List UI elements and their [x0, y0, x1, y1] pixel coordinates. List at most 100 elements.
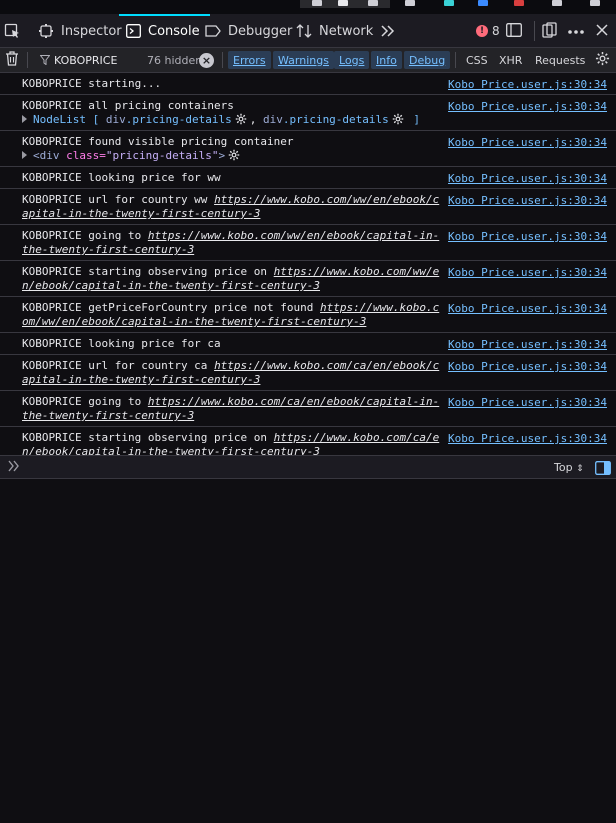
options-menu-button[interactable]	[567, 14, 585, 48]
tab-debugger[interactable]: Debugger	[205, 14, 292, 48]
node-attribute-value: "pricing-details"	[105, 149, 219, 162]
log-text: KOBOPRICE starting...	[22, 77, 162, 90]
error-count: 8	[492, 24, 500, 38]
gear-icon	[595, 51, 610, 69]
log-source-link[interactable]: Kobo Price.user.js:30:34	[448, 172, 607, 186]
inspect-node-icon[interactable]	[228, 149, 240, 161]
log-source-link[interactable]: Kobo Price.user.js:30:34	[448, 432, 607, 446]
log-text: KOBOPRICE going to	[22, 229, 142, 242]
log-source-link[interactable]: Kobo Price.user.js:30:34	[448, 302, 607, 316]
toolbar-icon[interactable]	[312, 0, 322, 6]
log-text: KOBOPRICE looking price for ww	[22, 171, 221, 184]
pick-element-icon	[4, 23, 20, 39]
context-label: Top	[554, 461, 573, 474]
network-icon	[296, 23, 312, 39]
node-tag[interactable]: div	[106, 113, 126, 126]
dock-toggle-button[interactable]	[542, 14, 558, 48]
close-icon	[596, 23, 608, 39]
filter-errors-toggle[interactable]: Errors	[228, 51, 271, 69]
object-label: ]	[413, 113, 421, 126]
filter-xhr-toggle[interactable]: XHR	[499, 48, 522, 72]
console-settings-button[interactable]	[595, 48, 610, 72]
filter-label: Warnings	[278, 53, 329, 67]
log-text: KOBOPRICE going to	[22, 395, 142, 408]
filter-label: Logs	[339, 53, 365, 67]
divider	[534, 21, 535, 41]
log-message: KOBOPRICE going to https://www.kobo.com/…	[0, 225, 616, 261]
tab-label: Debugger	[228, 23, 293, 39]
close-devtools-button[interactable]	[596, 14, 608, 48]
split-console-button[interactable]	[506, 14, 522, 48]
console-input-bar[interactable]: Top ⇕	[0, 455, 616, 479]
log-text: KOBOPRICE all pricing containers	[22, 99, 234, 112]
toggle-sidebar-button[interactable]	[595, 460, 611, 475]
filter-label: Info	[376, 53, 397, 67]
log-text: KOBOPRICE getPriceForCountry price not f…	[22, 301, 314, 314]
tab-network[interactable]: Network	[296, 14, 373, 48]
console-icon	[125, 23, 141, 39]
clear-console-button[interactable]	[5, 48, 19, 72]
tab-console[interactable]: Console	[119, 14, 210, 48]
log-text: KOBOPRICE url for country ww	[22, 193, 208, 206]
toolbar-icon[interactable]	[338, 0, 348, 6]
sidebar-icon	[595, 461, 611, 475]
tab-label: Network	[319, 23, 374, 39]
console-output: KOBOPRICE starting... Kobo Price.user.js…	[0, 73, 616, 463]
expand-triangle-icon[interactable]	[22, 115, 27, 123]
divider	[222, 52, 223, 68]
filter-logs-toggle[interactable]: Logs	[334, 51, 370, 69]
evaluation-context-selector[interactable]: Top ⇕	[554, 461, 584, 474]
node-attribute: class=	[66, 149, 106, 162]
tab-inspector[interactable]: Inspector	[38, 14, 122, 48]
toolbar-icon[interactable]	[514, 0, 524, 6]
log-text: KOBOPRICE starting observing price on	[22, 265, 268, 278]
filter-info-toggle[interactable]: Info	[371, 51, 402, 69]
filter-input[interactable]: KOBOPRICE	[54, 48, 144, 72]
toolbar-icon[interactable]	[552, 0, 562, 6]
trash-icon	[5, 51, 19, 69]
filter-debug-toggle[interactable]: Debug	[404, 51, 451, 69]
toolbar-icon[interactable]	[444, 0, 454, 6]
clear-filter-button[interactable]: ×	[199, 48, 214, 72]
toolbar-icon[interactable]	[478, 0, 488, 6]
browser-toolbar-strip	[0, 0, 616, 14]
log-source-link[interactable]: Kobo Price.user.js:30:34	[448, 360, 607, 374]
expand-triangle-icon[interactable]	[22, 151, 27, 159]
filter-requests-toggle[interactable]: Requests	[535, 48, 585, 72]
log-source-link[interactable]: Kobo Price.user.js:30:34	[448, 396, 607, 410]
inspect-node-icon[interactable]	[235, 113, 247, 125]
inspect-node-icon[interactable]	[392, 113, 404, 125]
log-message: KOBOPRICE url for country ca https://www…	[0, 355, 616, 391]
toolbar-icon[interactable]	[405, 0, 415, 6]
log-message: KOBOPRICE getPriceForCountry price not f…	[0, 297, 616, 333]
log-source-link[interactable]: Kobo Price.user.js:30:34	[448, 136, 607, 150]
log-source-link[interactable]: Kobo Price.user.js:30:34	[448, 78, 607, 92]
node-tag[interactable]: div	[263, 113, 283, 126]
tab-label: Console	[148, 23, 200, 39]
log-message: KOBOPRICE going to https://www.kobo.com/…	[0, 391, 616, 427]
error-count-badge[interactable]: ! 8	[476, 14, 500, 48]
nodelist-object[interactable]: NodeList [ div.pricing-details, div.pric…	[22, 113, 440, 127]
filter-css-toggle[interactable]: CSS	[466, 48, 488, 72]
prompt-chevron-icon	[8, 460, 20, 476]
clear-icon: ×	[199, 52, 214, 68]
hidden-messages-count: 76 hidden	[147, 53, 203, 67]
log-text: KOBOPRICE url for country ca	[22, 359, 208, 372]
toolbar-icon[interactable]	[368, 0, 378, 6]
log-message: KOBOPRICE all pricing containers NodeLis…	[0, 95, 616, 131]
log-source-link[interactable]: Kobo Price.user.js:30:34	[448, 338, 607, 352]
node-class: .pricing-details	[125, 113, 232, 126]
more-tools-button[interactable]	[380, 14, 403, 48]
log-source-link[interactable]: Kobo Price.user.js:30:34	[448, 100, 607, 114]
log-text: KOBOPRICE found visible pricing containe…	[22, 135, 294, 148]
filter-label: Debug	[409, 53, 446, 67]
log-message: KOBOPRICE looking price for ww Kobo Pric…	[0, 167, 616, 189]
divider	[27, 52, 28, 68]
element-picker-button[interactable]	[4, 14, 30, 48]
log-source-link[interactable]: Kobo Price.user.js:30:34	[448, 194, 607, 208]
element-object[interactable]: <div class="pricing-details">	[22, 149, 440, 163]
log-source-link[interactable]: Kobo Price.user.js:30:34	[448, 230, 607, 244]
filter-warnings-toggle[interactable]: Warnings	[273, 51, 334, 69]
toolbar-icon[interactable]	[590, 0, 600, 6]
log-source-link[interactable]: Kobo Price.user.js:30:34	[448, 266, 607, 280]
